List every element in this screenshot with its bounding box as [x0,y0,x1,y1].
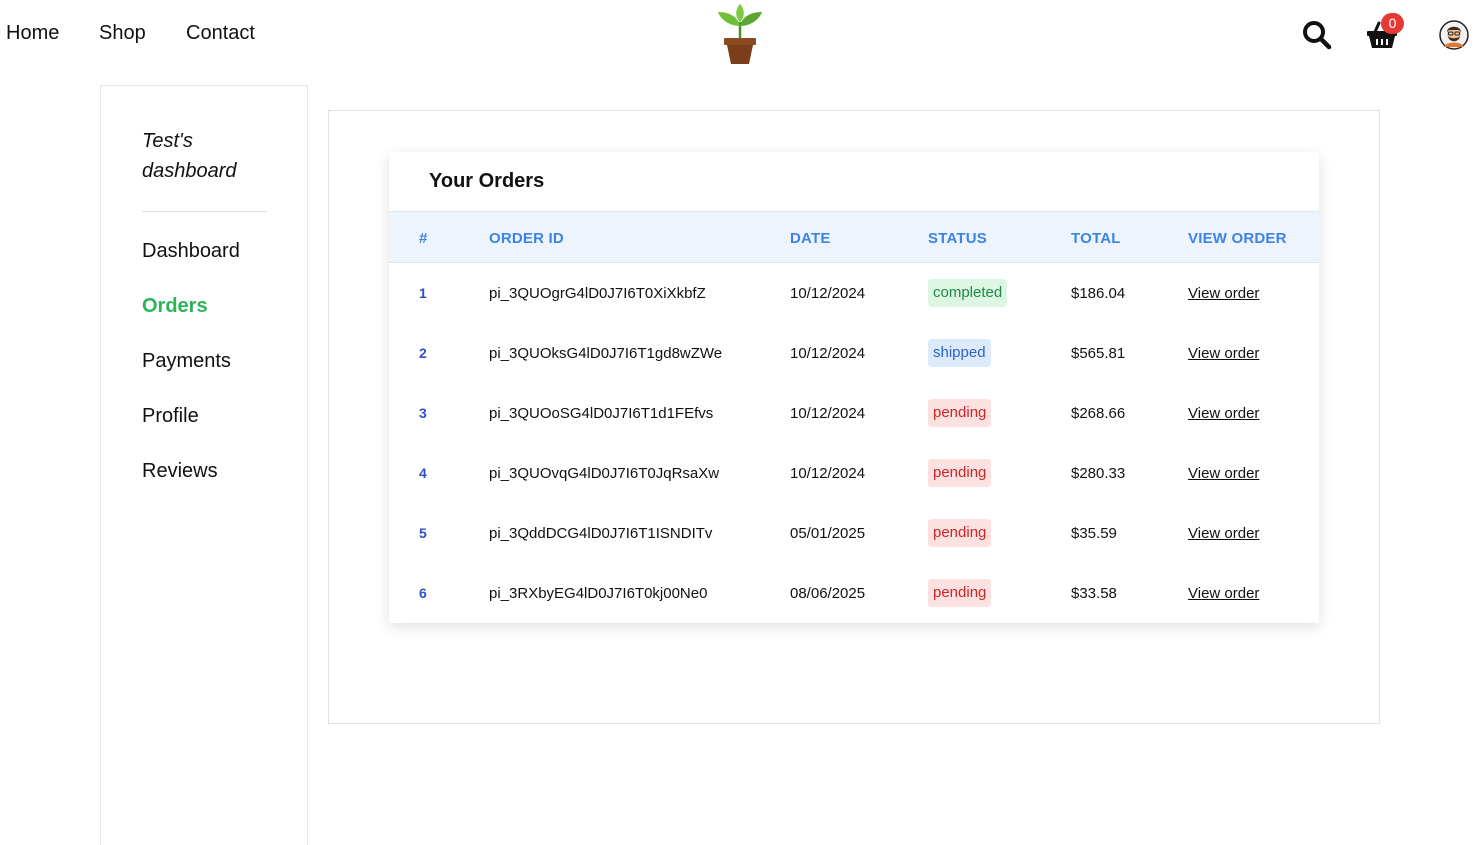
cart-count-badge: 0 [1381,13,1404,34]
order-total: $280.33 [1071,465,1126,482]
sidebar-item-payments[interactable]: Payments [142,350,231,373]
order-number: 1 [419,285,427,301]
order-id: pi_3QUOoSG4lD0J7I6T1d1FEfvs [489,405,714,422]
sidebar-item-dashboard[interactable]: Dashboard [142,240,240,263]
orders-card: Your Orders # ORDER ID DATE STATUS TOTAL… [389,152,1319,623]
order-number: 4 [419,465,427,481]
order-date: 10/12/2024 [790,405,866,422]
view-order-link[interactable]: View order [1188,405,1259,422]
sidebar-item-reviews[interactable]: Reviews [142,460,218,483]
order-total: $33.58 [1071,585,1117,602]
order-total: $268.66 [1071,405,1126,422]
table-row: 1 pi_3QUOgrG4lD0J7I6T0XiXkbfZ 10/12/2024… [389,263,1319,323]
orders-table-header: # ORDER ID DATE STATUS TOTAL VIEW ORDER [389,211,1319,263]
view-order-link[interactable]: View order [1188,585,1259,602]
nav-home-link[interactable]: Home [6,22,59,45]
order-number: 5 [419,525,427,541]
column-header-view-order: VIEW ORDER [1188,230,1287,247]
column-header-status: STATUS [928,230,987,247]
order-id: pi_3RXbyEG4lD0J7I6T0kj00Ne0 [489,585,708,602]
nav-shop-link[interactable]: Shop [99,22,146,45]
table-row: 4 pi_3QUOvqG4lD0J7I6T0JqRsaXw 10/12/2024… [389,443,1319,503]
status-badge: pending [928,519,992,547]
potted-plant-icon[interactable] [714,4,766,66]
order-date: 10/12/2024 [790,345,866,362]
status-badge: shipped [928,339,991,367]
status-badge: pending [928,579,992,607]
orders-title: Your Orders [429,170,545,192]
order-total: $35.59 [1071,525,1117,542]
order-date: 08/06/2025 [790,585,866,602]
table-row: 6 pi_3RXbyEG4lD0J7I6T0kj00Ne0 08/06/2025… [389,563,1319,623]
column-header-total: TOTAL [1071,230,1121,247]
order-id: pi_3QddDCG4lD0J7I6T1ISNDITv [489,525,713,542]
table-row: 2 pi_3QUOksG4lD0J7I6T1gd8wZWe 10/12/2024… [389,323,1319,383]
table-row: 3 pi_3QUOoSG4lD0J7I6T1d1FEfvs 10/12/2024… [389,383,1319,443]
order-date: 10/12/2024 [790,465,866,482]
order-number: 2 [419,345,427,361]
dashboard-sidebar: Test's dashboard Dashboard Orders Paymen… [100,85,308,845]
status-badge: pending [928,399,992,427]
order-id: pi_3QUOgrG4lD0J7I6T0XiXkbfZ [489,285,706,302]
view-order-link[interactable]: View order [1188,345,1259,362]
order-id: pi_3QUOksG4lD0J7I6T1gd8wZWe [489,345,723,362]
order-total: $565.81 [1071,345,1126,362]
column-header-order-id: ORDER ID [489,230,564,247]
user-avatar-icon[interactable] [1439,20,1469,50]
status-badge: pending [928,459,992,487]
order-date: 05/01/2025 [790,525,866,542]
status-badge: completed [928,279,1008,307]
order-total: $186.04 [1071,285,1126,302]
sidebar-item-profile[interactable]: Profile [142,405,199,428]
search-icon[interactable] [1302,20,1332,50]
view-order-link[interactable]: View order [1188,465,1259,482]
table-row: 5 pi_3QddDCG4lD0J7I6T1ISNDITv 05/01/2025… [389,503,1319,563]
view-order-link[interactable]: View order [1188,525,1259,542]
sidebar-item-orders[interactable]: Orders [142,295,208,318]
site-header: Home Shop Contact 0 [0,0,1474,72]
order-id: pi_3QUOvqG4lD0J7I6T0JqRsaXw [489,465,720,482]
column-header-date: DATE [790,230,831,247]
order-number: 6 [419,585,427,601]
nav-contact-link[interactable]: Contact [186,22,255,45]
column-header-number: # [419,230,428,247]
view-order-link[interactable]: View order [1188,285,1259,302]
sidebar-divider [142,211,267,212]
sidebar-title: Test's dashboard [142,130,237,182]
order-number: 3 [419,405,427,421]
order-date: 10/12/2024 [790,285,866,302]
